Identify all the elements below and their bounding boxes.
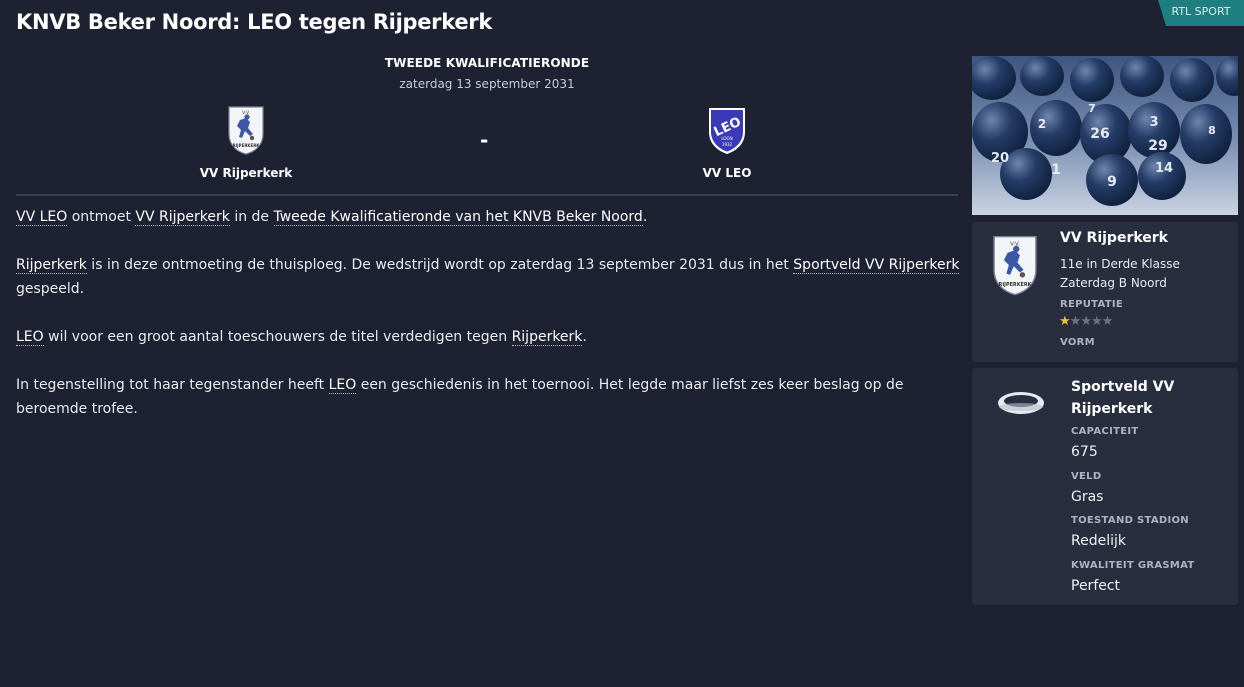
round-title: TWEEDE KWALIFICATIERONDE bbox=[384, 56, 590, 70]
cup-draw-image: 2 7 26 3 29 20 1 9 14 8 bbox=[972, 56, 1238, 215]
source-badge: RTL SPORT bbox=[1158, 0, 1244, 26]
crest-text-bottom: RIJPERKERK bbox=[233, 143, 261, 148]
stadium-name[interactable]: Sportveld VV Rijperkerk bbox=[1071, 376, 1231, 420]
score-separator: - bbox=[480, 128, 489, 152]
star-icon: ★ bbox=[1080, 314, 1092, 329]
text: in de bbox=[229, 209, 274, 225]
text: . bbox=[582, 329, 587, 345]
reputation-stars: ★★★★★ bbox=[1059, 314, 1114, 329]
link-rijperkerk[interactable]: Rijperkerk bbox=[16, 257, 87, 274]
text: . bbox=[642, 209, 648, 225]
ball-number: 29 bbox=[1148, 138, 1167, 154]
match-preview-text: VV LEO ontmoet VV Rijperkerk in de Tweed… bbox=[16, 205, 961, 445]
capacity-value: 675 bbox=[1071, 444, 1098, 460]
star-icon: ★ bbox=[1059, 314, 1071, 329]
paragraph: In tegenstelling tot haar tegenstander h… bbox=[16, 373, 961, 421]
star-icon: ★ bbox=[1101, 314, 1114, 329]
ball-number: 3 bbox=[1149, 115, 1158, 130]
stadium-icon bbox=[998, 392, 1044, 414]
divider bbox=[16, 194, 958, 196]
pitch-value: Gras bbox=[1071, 489, 1104, 505]
page-title: KNVB Beker Noord: LEO tegen Rijperkerk bbox=[16, 10, 492, 34]
crest-text-town: LOON bbox=[721, 136, 732, 141]
form-label: VORM bbox=[1060, 337, 1095, 348]
crest-text-bottom: RIJPERKERK bbox=[999, 282, 1032, 288]
link-vv-leo[interactable]: VV LEO bbox=[16, 209, 68, 226]
ball-number: 8 bbox=[1208, 124, 1216, 137]
star-icon: ★ bbox=[1090, 314, 1103, 329]
home-team[interactable]: V.V. RIJPERKERK VV Rijperkerk bbox=[146, 104, 346, 180]
ball-number: 7 bbox=[1088, 102, 1096, 115]
club-name[interactable]: VV Rijperkerk bbox=[1060, 230, 1168, 246]
rijperkerk-crest-icon[interactable]: V.V. RIJPERKERK bbox=[226, 104, 266, 156]
away-team-name[interactable]: VV LEO bbox=[627, 166, 827, 180]
rijperkerk-crest-icon[interactable]: V.V. RIJPERKERK bbox=[990, 233, 1040, 297]
condition-label: TOESTAND STADION bbox=[1071, 515, 1189, 526]
paragraph: VV LEO ontmoet VV Rijperkerk in de Tweed… bbox=[16, 205, 961, 229]
ball-number: 9 bbox=[1107, 174, 1117, 190]
ball-number: 20 bbox=[991, 151, 1009, 166]
link-competition-round[interactable]: Tweede Kwalificatieronde van het KNVB Be… bbox=[273, 209, 643, 226]
match-header: TWEEDE KWALIFICATIERONDE zaterdag 13 sep… bbox=[16, 56, 958, 196]
home-team-name[interactable]: VV Rijperkerk bbox=[146, 166, 346, 180]
turf-label: KWALITEIT GRASMAT bbox=[1071, 560, 1195, 571]
text: wil voor een groot aantal toeschouwers d… bbox=[43, 329, 512, 345]
ball-number: 1 bbox=[1051, 162, 1061, 178]
club-league-position: 11e in Derde Klasse Zaterdag B Noord bbox=[1060, 257, 1180, 290]
star-icon: ★ bbox=[1069, 314, 1082, 329]
paragraph: LEO wil voor een groot aantal toeschouwe… bbox=[16, 325, 961, 349]
club-card: V.V. RIJPERKERK VV Rijperkerk 11e in Der… bbox=[972, 222, 1238, 362]
draw-balls-illustration: 2 7 26 3 29 20 1 9 14 8 bbox=[972, 56, 1238, 215]
match-date: zaterdag 13 september 2031 bbox=[399, 77, 575, 91]
ball-number: 14 bbox=[1155, 161, 1173, 176]
turf-value: Perfect bbox=[1071, 578, 1121, 594]
link-rijperkerk[interactable]: Rijperkerk bbox=[511, 329, 583, 346]
capacity-label: CAPACITEIT bbox=[1071, 426, 1139, 437]
ball-number: 26 bbox=[1090, 126, 1109, 142]
ball-number: 2 bbox=[1038, 117, 1046, 131]
text: ontmoet bbox=[67, 209, 136, 225]
crest-text-year: 1932 bbox=[722, 142, 733, 147]
link-stadium[interactable]: Sportveld VV Rijperkerk bbox=[793, 257, 960, 274]
link-leo[interactable]: LEO bbox=[328, 377, 357, 394]
link-vv-rijperkerk[interactable]: VV Rijperkerk bbox=[135, 209, 230, 226]
text: gespeeld. bbox=[16, 281, 85, 297]
away-team[interactable]: LEO LOON 1932 VV LEO bbox=[627, 104, 827, 180]
reputation-label: REPUTATIE bbox=[1060, 299, 1124, 310]
stadium-card: Sportveld VV Rijperkerk CAPACITEIT 675 V… bbox=[972, 368, 1238, 605]
text: In tegenstelling tot haar tegenstander h… bbox=[16, 377, 329, 393]
pitch-label: VELD bbox=[1071, 471, 1102, 482]
condition-value: Redelijk bbox=[1071, 533, 1126, 549]
leo-crest-icon[interactable]: LEO LOON 1932 bbox=[707, 104, 747, 156]
paragraph: Rijperkerk is in deze ontmoeting de thui… bbox=[16, 253, 961, 301]
link-leo[interactable]: LEO bbox=[16, 329, 44, 346]
text: is in deze ontmoeting de thuisploeg. De … bbox=[86, 257, 794, 273]
